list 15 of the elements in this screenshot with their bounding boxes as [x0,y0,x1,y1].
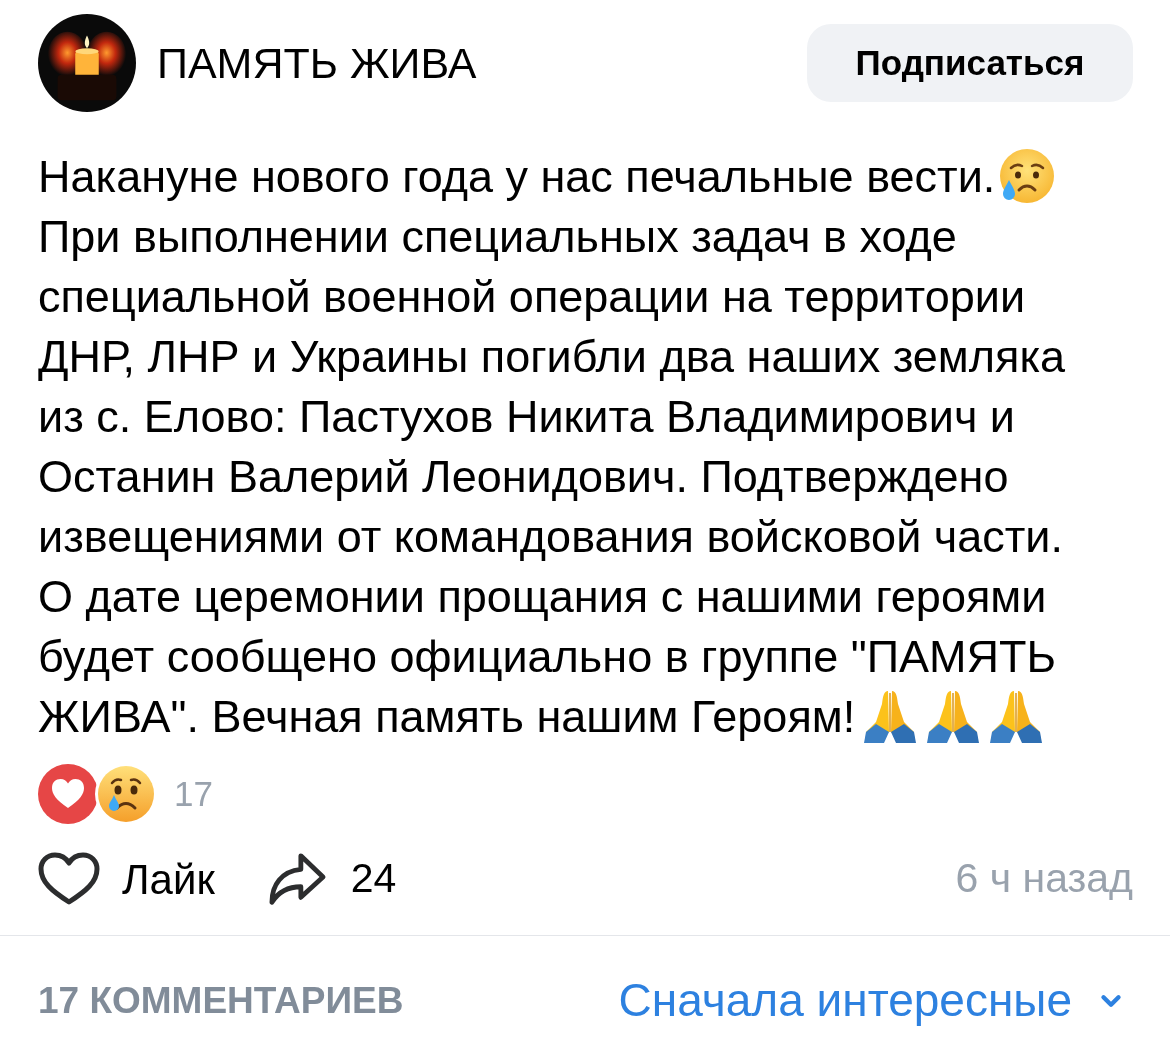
sort-dropdown[interactable]: Сначала интересные [618,966,1126,1035]
post-text: Накануне нового года у нас печальные вести. При выполнении специальных задач в ходе специальной военной операции на территории ДНР, ЛНР и Украины погибли два наших земляка из с. Елово: Пастухов Никита Владимирович и Останин Валерий Леонидович. Подтверждено извещениями от командования войсковой части. О дате церемонии прощания с нашими героями будет сообщено официально в группе "ПАМЯТЬ ЖИВА". Вечная память нашим Героям! [38,147,1102,747]
comments-count: 17 КОММЕНТАРИЕВ [38,978,404,1023]
post-time: 6 ч назад [955,854,1133,904]
sad-face-emoji-icon [999,148,1056,204]
subscribe-button[interactable]: Подписаться [807,24,1133,102]
share-button[interactable]: 24 [266,848,397,910]
praying-hands-emoji-icon [988,688,1045,744]
crying-face-reaction-icon [95,763,157,825]
like-button[interactable]: Лайк [38,847,215,911]
praying-hands-emoji-icon [925,688,982,744]
reaction-count: 17 [174,772,213,815]
praying-hands-emoji-icon [862,688,919,744]
group-name[interactable]: ПАМЯТЬ ЖИВА [157,38,477,88]
heart-reaction-icon [38,764,98,824]
